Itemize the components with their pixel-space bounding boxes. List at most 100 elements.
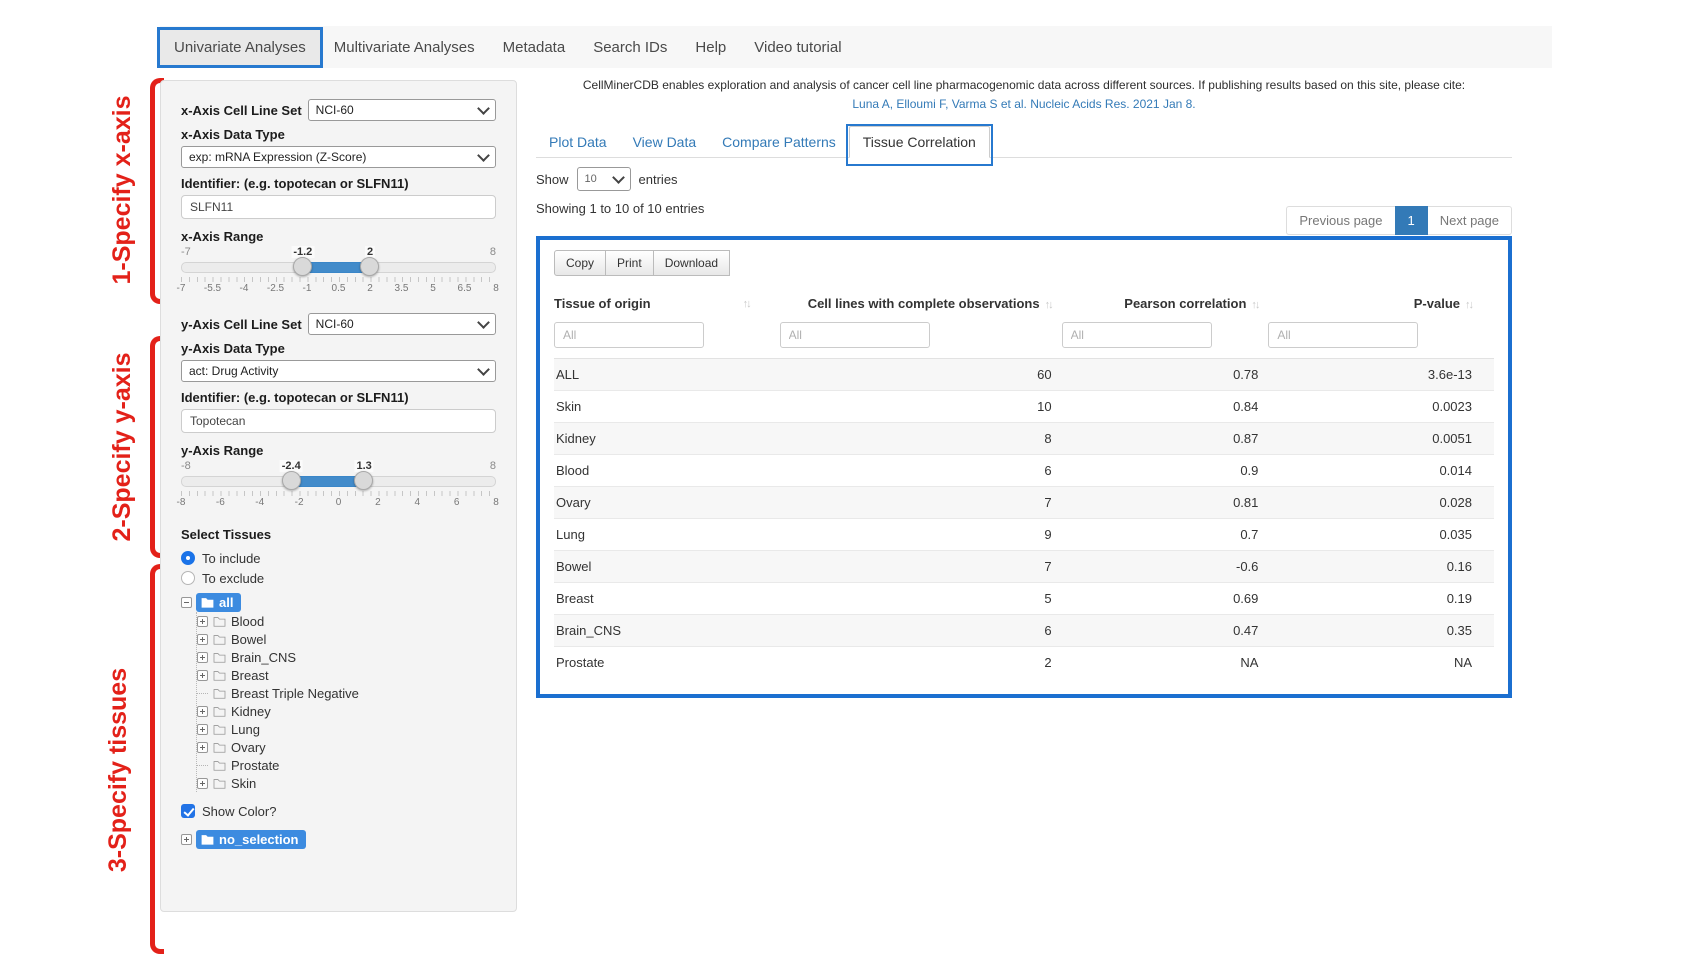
table-row[interactable]: Lung 9 0.7 0.035: [554, 519, 1494, 551]
column-filter-input[interactable]: [780, 322, 930, 348]
column-header[interactable]: Pearson correlation↑↓: [1062, 288, 1269, 319]
tree-node-tissue[interactable]: Bowel: [197, 630, 496, 648]
x-cell-line-set-select[interactable]: NCI-60: [308, 99, 496, 121]
include-radio-row[interactable]: To include: [181, 548, 496, 568]
expand-icon[interactable]: [197, 688, 208, 699]
x-cell-line-set-label: x-Axis Cell Line Set: [181, 103, 302, 118]
expand-icon[interactable]: [197, 616, 208, 627]
previous-page-button[interactable]: Previous page: [1286, 206, 1394, 235]
nav-item[interactable]: Metadata: [489, 30, 580, 65]
expand-icon[interactable]: [197, 706, 208, 717]
slider-handle-to[interactable]: [360, 257, 379, 276]
tree-node-all[interactable]: all: [181, 592, 496, 612]
exclude-radio[interactable]: [181, 571, 195, 585]
folder-icon: [213, 670, 226, 681]
pvalue-cell: 0.035: [1268, 519, 1494, 551]
cell-lines-cell: 6: [780, 615, 1062, 647]
expand-icon[interactable]: [197, 634, 208, 645]
tree-node-tissue[interactable]: Ovary: [197, 738, 496, 756]
tree-node-label: Blood: [231, 614, 264, 629]
expand-icon[interactable]: [197, 760, 208, 771]
expand-icon[interactable]: [197, 742, 208, 753]
sort-icon[interactable]: ↑↓: [1465, 299, 1472, 311]
cell-lines-cell: 6: [780, 455, 1062, 487]
export-button[interactable]: Copy: [554, 250, 606, 276]
tree-node-tissue[interactable]: Breast: [197, 666, 496, 684]
x-data-type-select[interactable]: exp: mRNA Expression (Z-Score): [181, 146, 496, 168]
table-row[interactable]: Blood 6 0.9 0.014: [554, 455, 1494, 487]
pvalue-cell: 0.014: [1268, 455, 1494, 487]
next-page-button[interactable]: Next page: [1428, 206, 1512, 235]
expand-icon[interactable]: [197, 670, 208, 681]
column-header[interactable]: P-value↑↓: [1268, 288, 1494, 319]
tree-node-tissue[interactable]: Skin: [197, 774, 496, 792]
table-row[interactable]: Skin 10 0.84 0.0023: [554, 391, 1494, 423]
tissue-cell: Ovary: [554, 487, 780, 519]
nav-item[interactable]: Video tutorial: [740, 30, 855, 65]
y-data-type-select[interactable]: act: Drug Activity: [181, 360, 496, 382]
analysis-tab[interactable]: View Data: [620, 127, 710, 157]
slider-max-label: 8: [490, 246, 496, 258]
table-row[interactable]: Brain_CNS 6 0.47 0.35: [554, 615, 1494, 647]
table-row[interactable]: Breast 5 0.69 0.19: [554, 583, 1494, 615]
tree-node-tissue[interactable]: Breast Triple Negative: [197, 684, 496, 702]
step2-annotation: 2-Specify y-axis: [107, 297, 137, 597]
tree-node-no-selection[interactable]: no_selection: [181, 828, 496, 850]
slider-track[interactable]: [181, 476, 496, 487]
table-row[interactable]: Bowel 7 -0.6 0.16: [554, 551, 1494, 583]
y-cell-line-set-label: y-Axis Cell Line Set: [181, 317, 302, 332]
table-row[interactable]: Prostate 2 NA NA: [554, 647, 1494, 679]
tree-node-tissue[interactable]: Lung: [197, 720, 496, 738]
show-color-row[interactable]: Show Color?: [181, 802, 496, 820]
column-filter-input[interactable]: [1062, 322, 1212, 348]
column-header[interactable]: Tissue of origin↑↓: [554, 288, 780, 319]
show-color-checkbox[interactable]: [181, 804, 195, 818]
include-radio[interactable]: [181, 551, 195, 565]
sort-icon[interactable]: ↑↓: [1045, 299, 1052, 311]
nav-item[interactable]: Univariate Analyses: [160, 30, 320, 65]
table-row[interactable]: Ovary 7 0.81 0.028: [554, 487, 1494, 519]
tree-node-tissue[interactable]: Blood: [197, 612, 496, 630]
pvalue-cell: 0.0051: [1268, 423, 1494, 455]
tree-node-label: Breast Triple Negative: [231, 686, 359, 701]
tree-node-tissue[interactable]: Brain_CNS: [197, 648, 496, 666]
nav-item[interactable]: Help: [681, 30, 740, 65]
column-filter-input[interactable]: [1268, 322, 1418, 348]
sort-icon[interactable]: ↑↓: [1251, 299, 1258, 311]
expand-icon[interactable]: [181, 834, 192, 845]
citation-link[interactable]: Luna A, Elloumi F, Varma S et al. Nuclei…: [536, 97, 1512, 111]
nav-item[interactable]: Search IDs: [579, 30, 681, 65]
tissue-tree: all Blood Bowel: [181, 592, 496, 850]
y-range-slider[interactable]: -8 -2.4 1.3 8 -8-6-4-202468: [181, 460, 496, 509]
exclude-radio-row[interactable]: To exclude: [181, 568, 496, 588]
slider-track[interactable]: [181, 262, 496, 273]
sort-icon[interactable]: ↑↓: [743, 298, 750, 310]
slider-handle-from[interactable]: [293, 257, 312, 276]
table-row[interactable]: Kidney 8 0.87 0.0051: [554, 423, 1494, 455]
export-button[interactable]: Print: [605, 250, 654, 276]
tree-node-tissue[interactable]: Prostate: [197, 756, 496, 774]
y-cell-line-set-select[interactable]: NCI-60: [308, 313, 496, 335]
tree-node-tissue[interactable]: Kidney: [197, 702, 496, 720]
column-header[interactable]: Cell lines with complete observations↑↓: [780, 288, 1062, 319]
collapse-icon[interactable]: [181, 597, 192, 608]
x-range-slider[interactable]: -7 -1.2 2 8 -7-5.5-4-2.5-10.523.556.58: [181, 246, 496, 295]
expand-icon[interactable]: [197, 724, 208, 735]
tree-node-label: Prostate: [231, 758, 279, 773]
folder-icon: [213, 724, 226, 735]
analysis-tab[interactable]: Tissue Correlation: [849, 126, 990, 158]
slider-handle-from[interactable]: [282, 471, 301, 490]
x-identifier-input[interactable]: [181, 195, 496, 219]
analysis-tab[interactable]: Plot Data: [536, 127, 620, 157]
column-filter-input[interactable]: [554, 322, 704, 348]
table-row[interactable]: ALL 60 0.78 3.6e-13: [554, 359, 1494, 391]
current-page-button[interactable]: 1: [1395, 206, 1428, 235]
expand-icon[interactable]: [197, 778, 208, 789]
slider-handle-to[interactable]: [354, 471, 373, 490]
analysis-tab[interactable]: Compare Patterns: [709, 127, 849, 157]
export-button[interactable]: Download: [653, 250, 730, 276]
page-length-select[interactable]: 10: [577, 167, 631, 191]
nav-item[interactable]: Multivariate Analyses: [320, 30, 489, 65]
expand-icon[interactable]: [197, 652, 208, 663]
y-identifier-input[interactable]: [181, 409, 496, 433]
